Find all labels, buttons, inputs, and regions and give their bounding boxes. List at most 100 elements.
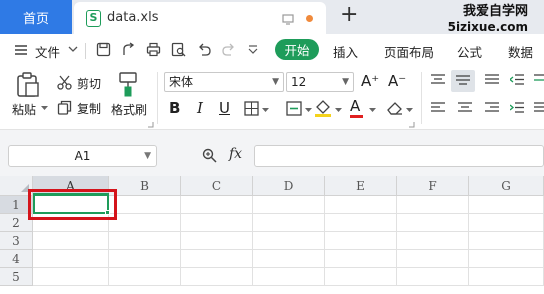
tab-page-layout[interactable]: 页面布局	[384, 42, 434, 61]
cell-d1[interactable]	[253, 196, 325, 214]
name-box[interactable]: A1 ▼	[8, 145, 157, 167]
decrease-font-button[interactable]: A⁻	[388, 72, 406, 90]
justify-icon[interactable]	[534, 102, 544, 114]
undo-icon[interactable]	[197, 43, 211, 56]
cell-b3[interactable]	[109, 232, 181, 250]
cell-e4[interactable]	[325, 250, 397, 268]
cell-g1[interactable]	[469, 196, 544, 214]
tab-insert[interactable]: 插入	[333, 42, 358, 61]
row-header-5[interactable]: 5	[0, 268, 33, 286]
chevron-down-icon[interactable]	[262, 108, 269, 113]
document-tab[interactable]: S data.xls	[74, 2, 326, 34]
tab-data[interactable]: 数据	[508, 42, 533, 61]
dialog-launcher-icon[interactable]	[409, 122, 415, 128]
monitor-icon[interactable]	[282, 14, 294, 25]
increase-font-button[interactable]: A⁺	[361, 72, 379, 90]
cell-a5[interactable]	[33, 268, 109, 286]
cell-c2[interactable]	[181, 214, 253, 232]
align-left-icon[interactable]	[431, 102, 445, 114]
align-middle-button[interactable]	[451, 70, 475, 92]
row-header-3[interactable]: 3	[0, 232, 33, 250]
format-painter-button[interactable]: 格式刷	[111, 101, 147, 118]
italic-button[interactable]: I	[197, 99, 203, 117]
cell-a3[interactable]	[33, 232, 109, 250]
cell-e5[interactable]	[325, 268, 397, 286]
underline-button[interactable]: U	[219, 99, 230, 117]
wrap-icon[interactable]	[534, 74, 544, 86]
column-header-g[interactable]: G	[469, 176, 544, 196]
new-tab-button[interactable]: +	[340, 4, 358, 26]
tab-start[interactable]: 开始	[275, 39, 319, 60]
cell-d2[interactable]	[253, 214, 325, 232]
formula-input[interactable]	[254, 145, 544, 167]
cell-b1[interactable]	[109, 196, 181, 214]
cell-g3[interactable]	[469, 232, 544, 250]
customize-dropdown-icon[interactable]	[248, 45, 258, 54]
home-tab[interactable]: 首页	[0, 0, 72, 34]
cell-b2[interactable]	[109, 214, 181, 232]
column-header-b[interactable]: B	[109, 176, 181, 196]
font-size-select[interactable]: 12 ▼	[286, 72, 354, 92]
cell-f4[interactable]	[397, 250, 469, 268]
cell-c4[interactable]	[181, 250, 253, 268]
copy-button[interactable]: 复制	[77, 100, 101, 117]
tab-formulas[interactable]: 公式	[457, 42, 482, 61]
align-top-icon[interactable]	[431, 74, 445, 86]
cell-a4[interactable]	[33, 250, 109, 268]
cell-d4[interactable]	[253, 250, 325, 268]
dialog-launcher-icon[interactable]	[148, 122, 154, 128]
cell-f1[interactable]	[397, 196, 469, 214]
chevron-down-icon[interactable]	[406, 108, 413, 113]
font-name-select[interactable]: 宋体 ▼	[164, 72, 284, 92]
chevron-down-icon[interactable]	[305, 108, 312, 113]
cell-g4[interactable]	[469, 250, 544, 268]
merge-cells-icon[interactable]	[286, 101, 302, 116]
bold-button[interactable]: B	[169, 99, 180, 117]
export-icon[interactable]	[121, 42, 136, 57]
row-header-4[interactable]: 4	[0, 250, 33, 268]
print-preview-icon[interactable]	[171, 42, 186, 57]
cell-c3[interactable]	[181, 232, 253, 250]
cell-e2[interactable]	[325, 214, 397, 232]
column-header-f[interactable]: F	[397, 176, 469, 196]
fill-color-icon[interactable]	[314, 99, 332, 117]
align-bottom-icon[interactable]	[485, 74, 499, 86]
align-center-icon[interactable]	[458, 102, 472, 114]
paste-button[interactable]: 粘贴	[12, 101, 36, 118]
cell-c5[interactable]	[181, 268, 253, 286]
cell-e3[interactable]	[325, 232, 397, 250]
font-color-button[interactable]: A	[350, 97, 360, 115]
chevron-down-icon[interactable]	[369, 108, 376, 113]
cell-d3[interactable]	[253, 232, 325, 250]
cell-f3[interactable]	[397, 232, 469, 250]
cell-d5[interactable]	[253, 268, 325, 286]
align-right-icon[interactable]	[485, 102, 499, 114]
save-icon[interactable]	[96, 42, 111, 57]
hamburger-menu-icon[interactable]	[15, 45, 27, 55]
borders-icon[interactable]	[244, 101, 259, 116]
cell-g2[interactable]	[469, 214, 544, 232]
chevron-down-icon[interactable]	[68, 46, 78, 53]
redo-icon[interactable]	[222, 43, 236, 56]
chevron-down-icon[interactable]	[41, 106, 48, 111]
increase-indent-icon[interactable]	[510, 102, 524, 114]
cell-f5[interactable]	[397, 268, 469, 286]
eraser-icon[interactable]	[386, 100, 404, 116]
paste-icon[interactable]	[16, 72, 40, 98]
cell-c1[interactable]	[181, 196, 253, 214]
print-icon[interactable]	[146, 42, 161, 57]
column-header-e[interactable]: E	[325, 176, 397, 196]
cell-b5[interactable]	[109, 268, 181, 286]
cut-button[interactable]: 剪切	[77, 75, 101, 92]
column-header-d[interactable]: D	[253, 176, 325, 196]
spreadsheet-grid[interactable]: A B C D E F G 1 2 3 4 5	[0, 176, 544, 294]
chevron-down-icon[interactable]	[335, 108, 342, 113]
column-header-c[interactable]: C	[181, 176, 253, 196]
fx-button[interactable]: fx	[229, 146, 242, 162]
decrease-indent-icon[interactable]	[510, 74, 524, 86]
zoom-icon[interactable]	[202, 148, 217, 163]
cell-f2[interactable]	[397, 214, 469, 232]
cell-e1[interactable]	[325, 196, 397, 214]
cell-b4[interactable]	[109, 250, 181, 268]
file-menu[interactable]: 文件	[35, 42, 60, 61]
